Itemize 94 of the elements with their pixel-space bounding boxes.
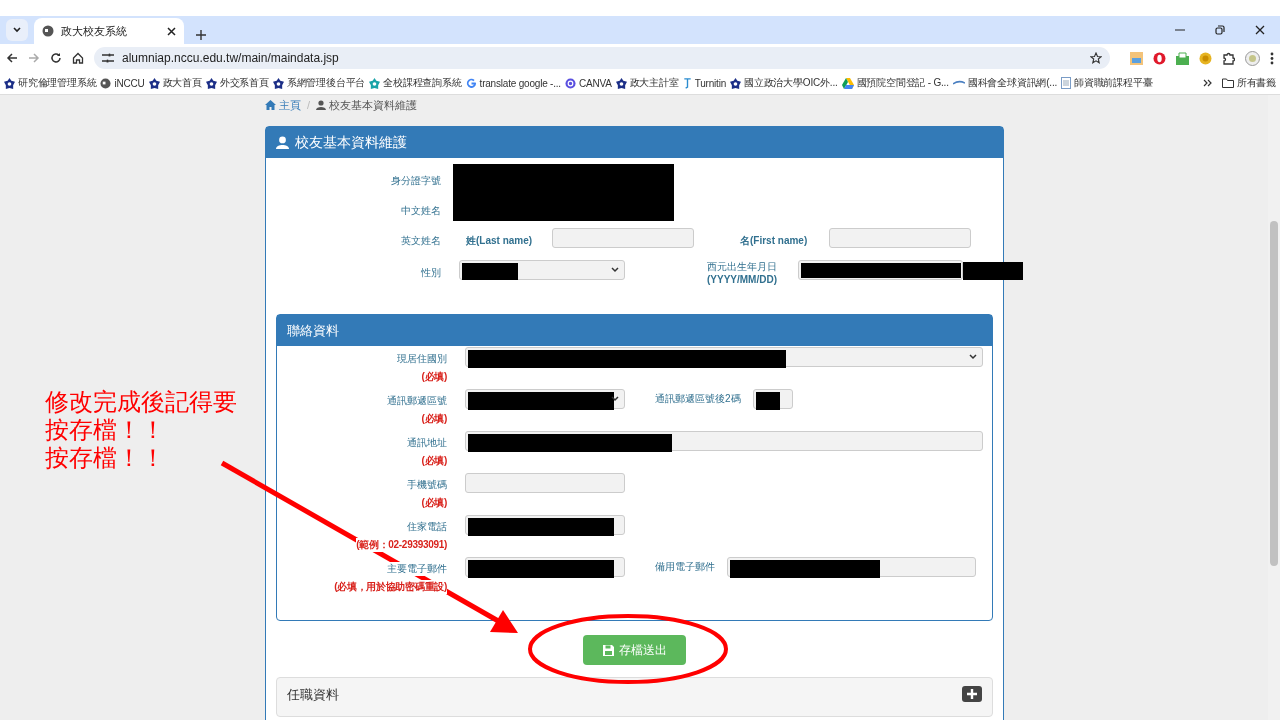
redaction-block (462, 263, 518, 280)
field-label: 備用電子郵件 (655, 560, 715, 574)
user-icon (276, 136, 289, 149)
puzzle-icon[interactable] (1222, 51, 1235, 65)
field-label: 手機號碼 (407, 478, 447, 492)
field-label: 西元出生年月日 (YYYY/MM/DD) (707, 260, 777, 285)
required-hint: (必填) (421, 370, 447, 384)
dropdown[interactable] (465, 347, 983, 367)
field-label: 通訊郵遞區號 (387, 394, 447, 408)
required-hint: (範例：02-29393091) (356, 538, 447, 552)
input-field[interactable] (465, 431, 983, 451)
section-title: 任職資料 (287, 686, 340, 704)
bookmark[interactable]: CANVA (564, 77, 612, 89)
more-icon[interactable] (1270, 51, 1274, 65)
browser-tab[interactable]: 政大校友系統 (34, 18, 184, 44)
home-icon[interactable] (72, 52, 84, 64)
required-hint: (必填) (421, 496, 447, 510)
input-field[interactable] (552, 228, 694, 248)
field-label: 主要電子郵件 (387, 562, 447, 576)
folder-icon (1221, 78, 1234, 88)
dropdown[interactable] (465, 389, 625, 409)
document-icon (1061, 77, 1072, 89)
required-hint: (必填) (421, 454, 447, 468)
field-label: 通訊地址 (407, 436, 447, 450)
section-title: 聯絡資料 (287, 321, 339, 340)
field-label: 通訊郵遞區號後2碼 (655, 392, 741, 406)
redaction-block (963, 262, 1023, 280)
user-icon (316, 100, 327, 110)
input-field[interactable] (465, 557, 625, 577)
tab-search-button[interactable] (6, 19, 28, 41)
breadcrumb-link[interactable]: 主頁 (265, 97, 301, 113)
globe-icon (42, 25, 54, 37)
field-label: 身分證字號 (390, 174, 441, 188)
plus-icon[interactable] (196, 30, 206, 40)
bookmark[interactable]: 政大主計室 (615, 76, 679, 90)
globe-icon (100, 77, 112, 89)
bookmark[interactable]: 國立政治大學OIC外... (730, 76, 838, 90)
field-label: 住家電話 (407, 520, 447, 534)
bookmark[interactable]: 研究倫理管理系統 (4, 76, 97, 90)
dropdown[interactable] (459, 260, 625, 280)
bookmark[interactable]: 外交系首頁 (205, 76, 269, 90)
seal-icon (615, 77, 627, 89)
breadcrumb-separator: / (307, 99, 311, 111)
double-chevron-icon[interactable] (1202, 79, 1212, 87)
required-hint: (必填) (421, 412, 447, 426)
back-icon[interactable] (6, 52, 18, 64)
seal-icon (730, 77, 742, 89)
input-field[interactable] (829, 228, 971, 248)
bookmark[interactable]: iNCCU (100, 77, 145, 89)
bookmark[interactable]: 系網管理後台平台 (272, 76, 366, 90)
star-icon[interactable] (1090, 52, 1102, 64)
panel-title: 校友基本資料維護 (295, 133, 407, 152)
annotation-text: 修改完成後記得要 按存檔！！ 按存檔！！ (45, 388, 237, 472)
bookmark[interactable]: Turnitin (682, 77, 727, 89)
address-bar[interactable]: alumniap.nccu.edu.tw/main/maindata.jsp (94, 47, 1110, 69)
bookmark[interactable]: 政大首頁 (148, 76, 202, 90)
field-label: 中文姓名 (400, 204, 441, 218)
extension-icon[interactable] (1176, 51, 1189, 65)
required-hint: (必填，用於協助密碼重設) (334, 580, 447, 594)
expand-button[interactable] (962, 686, 982, 702)
input-field[interactable] (727, 557, 976, 577)
bookmark[interactable]: 全校課程查詢系統 (369, 76, 462, 90)
extension-icon[interactable] (1130, 51, 1143, 65)
seal-icon (4, 77, 15, 89)
line-icon (952, 80, 965, 86)
restore-icon[interactable] (1215, 25, 1225, 35)
home-icon (265, 100, 276, 110)
all-bookmarks-button[interactable]: 所有書籤 (1221, 76, 1276, 90)
reload-icon[interactable] (50, 52, 62, 64)
close-icon[interactable] (167, 26, 176, 36)
chevron-down-icon (12, 26, 22, 34)
breadcrumb-current: 校友基本資料維護 (316, 97, 418, 113)
seal-icon (272, 77, 284, 89)
bookmark[interactable]: 國科會全球資訊網(... (952, 76, 1058, 90)
input-field[interactable] (752, 389, 793, 409)
field-label: 性別 (420, 266, 441, 280)
input-field[interactable] (465, 515, 625, 535)
field-label: 現居住國別 (397, 352, 447, 366)
plus-icon (967, 689, 977, 699)
seal-icon (148, 77, 160, 89)
field-label: 姓(Last name) (466, 234, 533, 248)
site-settings-icon[interactable] (102, 53, 114, 63)
field-label: 英文姓名 (400, 234, 441, 248)
extension-icon[interactable] (1199, 51, 1212, 65)
input-field[interactable] (465, 473, 625, 493)
bookmark[interactable]: 師資職前課程平臺 (1061, 76, 1153, 90)
extension-icon[interactable] (1153, 51, 1166, 65)
seal-icon (205, 77, 217, 89)
bookmark[interactable]: translate google -... (465, 77, 561, 89)
seal-icon (369, 77, 381, 89)
bookmark[interactable]: 國預院空間登記 - G... (841, 76, 949, 90)
close-icon[interactable] (1255, 25, 1265, 35)
tab-title: 政大校友系統 (61, 23, 128, 39)
field-label: 名(First name) (740, 234, 808, 248)
